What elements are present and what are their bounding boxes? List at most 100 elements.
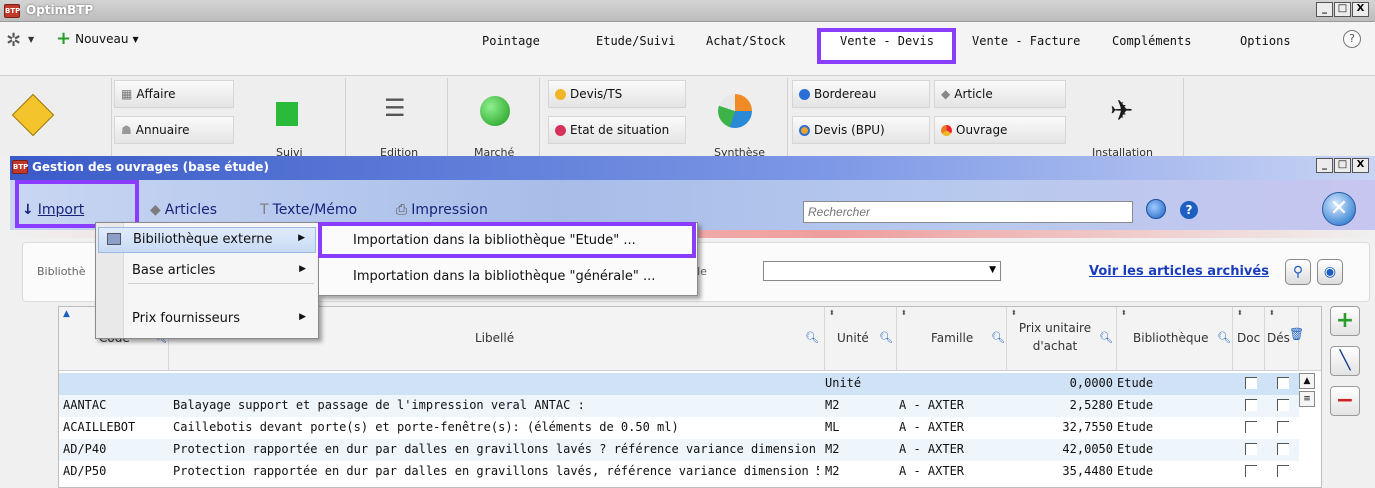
article-button[interactable]: ◆ Article <box>934 80 1066 108</box>
search-icon[interactable] <box>1146 199 1166 219</box>
famille-select[interactable]: ▼ <box>763 261 1001 281</box>
cell-famille: A - AXTER <box>899 464 965 478</box>
close-window-icon[interactable]: ✕ <box>1322 192 1356 226</box>
devis-bpu-button[interactable]: Devis (BPU) <box>792 116 930 144</box>
child-maximize-button[interactable]: □ <box>1334 158 1351 173</box>
impression-button[interactable]: ⎙ Impression <box>396 202 488 218</box>
texte-memo-button[interactable]: T Texte/Mémo <box>260 202 357 218</box>
annuaire-label: Annuaire <box>135 123 190 137</box>
ribbon-group-installation: ✈ Installation <box>1070 78 1184 159</box>
text-icon: T <box>260 202 269 218</box>
child-window-title: Gestion des ouvrages (base étude) <box>32 160 269 174</box>
search-icon[interactable]: 🔍︎ <box>1217 331 1231 344</box>
tab-achat-stock[interactable]: Achat/Stock <box>706 34 785 48</box>
cell-unite: Unité <box>825 376 862 390</box>
etat-situation-label: Etat de situation <box>570 123 670 137</box>
search-input[interactable] <box>803 201 1133 223</box>
close-button[interactable]: X <box>1352 2 1369 17</box>
column-header-unite[interactable]: ⬍ Unité 🔍︎ <box>825 307 897 371</box>
nouveau-label: Nouveau <box>75 32 129 46</box>
etat-situation-button[interactable]: Etat de situation <box>548 116 686 144</box>
child-close-button[interactable]: X <box>1352 158 1369 173</box>
main-titlebar: BTP OptimBTP _ □ X <box>0 0 1375 22</box>
chevron-down-icon: ▼ <box>132 34 139 44</box>
maximize-button[interactable]: □ <box>1334 2 1351 17</box>
des-checkbox[interactable] <box>1277 465 1289 477</box>
impression-label: Impression <box>411 202 488 218</box>
articles-button[interactable]: ◆ Articles <box>150 202 217 218</box>
tab-options[interactable]: Options <box>1240 34 1291 48</box>
gear-icon[interactable]: ✲ <box>6 30 21 51</box>
table-row[interactable]: AD/P40 Protection rapportée en dur par d… <box>59 439 1299 461</box>
tab-etude-suivi[interactable]: Etude/Suivi <box>596 34 675 48</box>
doc-checkbox[interactable] <box>1245 399 1257 411</box>
tab-pointage[interactable]: Pointage <box>482 34 540 48</box>
menu-item-bibliotheque-externe[interactable]: Bibiliothèque externe ▶ <box>98 227 316 253</box>
printer-icon: ⎙ <box>396 202 408 218</box>
help-icon[interactable]: ? <box>1343 30 1361 48</box>
nouveau-button[interactable]: + Nouveau ▼ <box>56 30 139 48</box>
menu-item-base-articles[interactable]: Base articles ▶ <box>98 259 316 285</box>
tab-vente-facture[interactable]: Vente - Facture <box>972 34 1080 48</box>
trash-icon[interactable]: 🗑︎ <box>1289 327 1304 341</box>
annuaire-button[interactable]: ☗ Annuaire <box>114 116 234 144</box>
marche-icon[interactable] <box>480 96 510 126</box>
tab-complements[interactable]: Compléments <box>1112 34 1191 48</box>
edition-icon[interactable]: ☰ <box>384 94 406 122</box>
table-row[interactable]: AANTAC Balayage support et passage de l'… <box>59 395 1299 417</box>
table-row[interactable]: AD/P50 Protection rapportée en dur par d… <box>59 461 1299 483</box>
search-icon[interactable]: 🔍︎ <box>805 331 819 344</box>
delete-button[interactable]: − <box>1330 386 1360 416</box>
search-icon[interactable]: ⚲ <box>1285 259 1311 285</box>
des-checkbox[interactable] <box>1277 377 1289 389</box>
search-icon[interactable]: 🔍︎ <box>991 331 1005 344</box>
column-header-prix[interactable]: ⬍ Prix unitaire d'achat 🔍︎ <box>1007 307 1117 371</box>
doc-checkbox[interactable] <box>1245 377 1257 389</box>
installation-icon[interactable]: ✈ <box>1110 94 1133 127</box>
orange-dot-icon <box>555 88 566 100</box>
add-button[interactable]: + <box>1330 306 1360 336</box>
doc-checkbox[interactable] <box>1245 465 1257 477</box>
devis-ts-button[interactable]: Devis/TS <box>548 80 686 108</box>
table-row[interactable]: ACAILLEBOT Caillebotis devant porte(s) e… <box>59 417 1299 439</box>
des-checkbox[interactable] <box>1277 399 1289 411</box>
child-logo-icon: BTP <box>12 160 28 174</box>
search-icon[interactable]: 🔍︎ <box>1099 331 1113 344</box>
sort-icon: ⬍ <box>829 309 835 317</box>
cell-libelle: Protection rapportée en dur par dalles e… <box>173 442 819 456</box>
suivi-icon[interactable] <box>276 102 298 126</box>
affaire-button[interactable]: ▦ Affaire <box>114 80 234 108</box>
ouvrage-button[interactable]: Ouvrage <box>934 116 1066 144</box>
prix-header-label: Prix unitaire d'achat <box>1018 321 1092 353</box>
warning-sign-icon[interactable] <box>11 93 55 137</box>
scroll-up-icon[interactable]: ▲ <box>1299 373 1315 389</box>
pie-chart-icon[interactable] <box>718 94 752 128</box>
menu-bar: ✲ ▼ + Nouveau ▼ Pointage Etude/Suivi Ach… <box>0 22 1375 76</box>
des-checkbox[interactable] <box>1277 421 1289 433</box>
child-minimize-button[interactable]: _ <box>1316 158 1333 173</box>
column-header-bibliotheque[interactable]: ⬍ Bibliothèque 🔍︎ <box>1117 307 1233 371</box>
refresh-icon[interactable]: ◉ <box>1317 259 1343 285</box>
doc-checkbox[interactable] <box>1245 421 1257 433</box>
voir-articles-archives-link[interactable]: Voir les articles archivés <box>1089 264 1269 279</box>
import-generale-item[interactable]: Importation dans la bibliothèque "généra… <box>353 269 655 284</box>
search-icon[interactable]: 🔍︎ <box>879 331 893 344</box>
des-checkbox[interactable] <box>1277 443 1289 455</box>
menu-item-prix-fournisseurs[interactable]: Prix fournisseurs ▶ <box>98 307 316 333</box>
chevron-down-icon[interactable]: ▼ <box>28 35 34 44</box>
bordereau-button[interactable]: Bordereau <box>792 80 930 108</box>
tab-vente-devis[interactable]: Vente - Devis <box>840 34 934 48</box>
edit-button[interactable]: ╲ <box>1330 346 1360 376</box>
column-header-doc[interactable]: ⬍ Doc <box>1233 307 1265 371</box>
table-row[interactable]: Unité 0,0000 Etude <box>59 373 1299 395</box>
minimize-button[interactable]: _ <box>1316 2 1333 17</box>
cell-unite: ML <box>825 420 840 434</box>
cell-bibliotheque: Etude <box>1117 398 1154 412</box>
ribbon-group-affaire <box>0 78 112 156</box>
column-header-famille[interactable]: ⬍ Famille 🔍︎ <box>897 307 1007 371</box>
column-header-des[interactable]: ⬍ Dés 🗑︎ <box>1265 307 1304 371</box>
vertical-scrollbar[interactable]: ▲ ≡ <box>1299 373 1317 413</box>
scroll-menu-icon[interactable]: ≡ <box>1299 391 1315 407</box>
doc-checkbox[interactable] <box>1245 443 1257 455</box>
help-icon[interactable]: ? <box>1180 201 1198 219</box>
